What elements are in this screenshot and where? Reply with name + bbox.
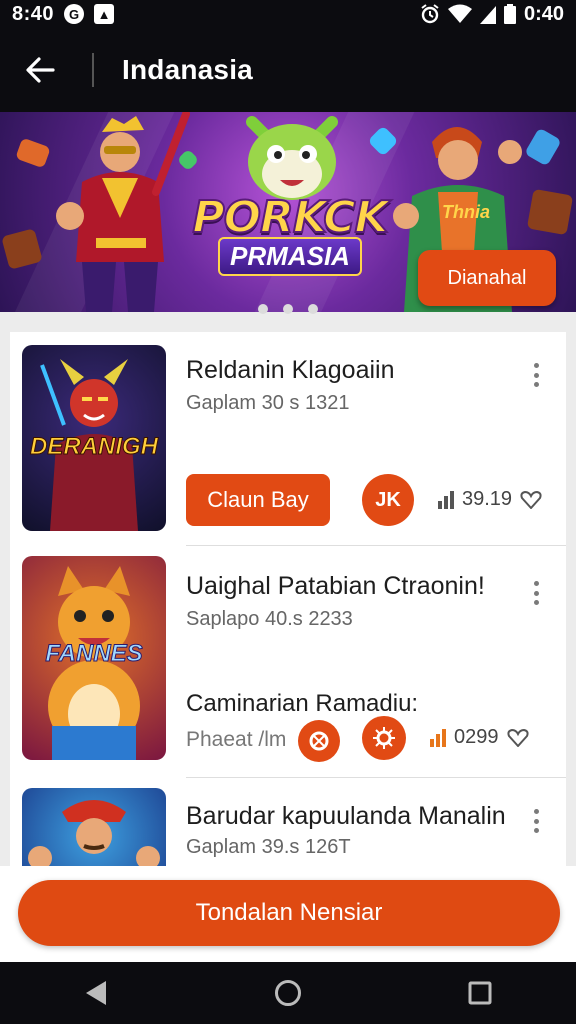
- nav-back-button[interactable]: [66, 968, 126, 1018]
- app-square-icon: ▲: [94, 4, 115, 24]
- coin-decoration: [15, 137, 51, 169]
- bottom-cta-area: Tondalan Nensiar: [0, 866, 576, 962]
- round-action-button[interactable]: JK: [362, 474, 414, 526]
- circle-home-icon: [275, 980, 301, 1006]
- game-thumbnail[interactable]: FANNES: [22, 556, 166, 760]
- primary-cta-button[interactable]: Tondalan Nensiar: [18, 880, 560, 946]
- list-item[interactable]: FANNES Uaighal Patabian Ctraonin! Saplap…: [10, 546, 566, 778]
- app-bar-divider: [92, 53, 94, 87]
- thumbnail-label: DERANIGH: [29, 433, 158, 461]
- game-subtitle: Saplapo 40.s 2233: [186, 608, 353, 630]
- game-subtitle: Gaplam 39.s 126T: [186, 836, 351, 858]
- app-bar: Indanasia: [0, 28, 576, 112]
- status-clock: 0:40: [523, 2, 564, 25]
- gift-icon: [309, 731, 329, 751]
- more-options-icon[interactable]: [526, 360, 546, 390]
- stat-value: 39.19: [462, 488, 513, 510]
- game-thumbnail[interactable]: DERANIGH: [22, 345, 166, 531]
- gear-icon: [373, 727, 395, 749]
- back-button[interactable]: [0, 28, 80, 112]
- bar-chart-icon: [430, 728, 446, 747]
- crate-decoration: [526, 188, 574, 236]
- game-detail: Phaeat /lm: [186, 728, 287, 751]
- game-title: Reldanin Klagoaiin: [186, 356, 395, 384]
- banner-logo: PORKCK PRMASIA: [190, 191, 390, 276]
- game-stat: 0299: [430, 726, 529, 749]
- carousel-dot[interactable]: [308, 304, 318, 314]
- banner-logo-line2: PRMASIA: [218, 237, 362, 276]
- banner-logo-line1: PORKCK: [191, 191, 389, 244]
- game-title: Uaighal Patabian Ctraonin!: [186, 572, 485, 600]
- nav-home-button[interactable]: [258, 968, 318, 1018]
- promo-banner[interactable]: PORKCK PRMASIA Thnia Dianahal: [0, 112, 576, 312]
- hero-warrior-illustration: [56, 112, 190, 312]
- stat-value: 0299: [454, 726, 499, 748]
- gem-decoration: [524, 127, 562, 167]
- game-stat: 39.19: [438, 488, 542, 511]
- signal-icon: [479, 6, 496, 24]
- wifi-icon: [447, 4, 472, 23]
- carousel-dot[interactable]: [258, 304, 268, 314]
- page-title: Indanasia: [122, 54, 253, 85]
- bar-chart-icon: [438, 490, 454, 509]
- banner-download-button[interactable]: Dianahal: [418, 250, 556, 306]
- round-action-button[interactable]: [362, 716, 406, 760]
- battery-icon: [503, 4, 516, 24]
- game-description: Caminarian Ramadiu:: [186, 690, 419, 717]
- claim-button[interactable]: Claun Bay: [186, 474, 330, 526]
- carousel-dots[interactable]: [0, 304, 576, 314]
- more-options-icon[interactable]: [526, 806, 546, 836]
- alarm-icon: [421, 4, 439, 24]
- thumbnail-label: FANNES: [45, 640, 143, 668]
- more-options-icon[interactable]: [526, 578, 546, 608]
- status-time: 8:40: [12, 2, 55, 25]
- status-bar: 8:40 G ▲ 0:40: [0, 0, 576, 28]
- square-recents-icon: [468, 981, 492, 1005]
- game-subtitle: Gaplam 30 s 1321: [186, 392, 350, 414]
- list-item[interactable]: DERANIGH Reldanin Klagoaiin Gaplam 30 s …: [10, 332, 566, 546]
- banner-side-text: Thnia: [442, 202, 490, 222]
- arrow-left-icon: [26, 57, 55, 83]
- notification-circle-icon: G: [64, 4, 85, 24]
- heart-icon[interactable]: [506, 728, 529, 747]
- round-action-button[interactable]: [298, 720, 340, 762]
- carousel-dot[interactable]: [283, 304, 293, 314]
- game-title: Barudar kapuulanda Manalin: [186, 802, 506, 830]
- game-list: DERANIGH Reldanin Klagoaiin Gaplam 30 s …: [10, 332, 566, 892]
- heart-icon[interactable]: [520, 490, 542, 509]
- system-nav-bar: [0, 962, 576, 1024]
- nav-recents-button[interactable]: [450, 968, 510, 1018]
- status-right: 0:40: [420, 3, 564, 26]
- triangle-back-icon: [86, 981, 106, 1005]
